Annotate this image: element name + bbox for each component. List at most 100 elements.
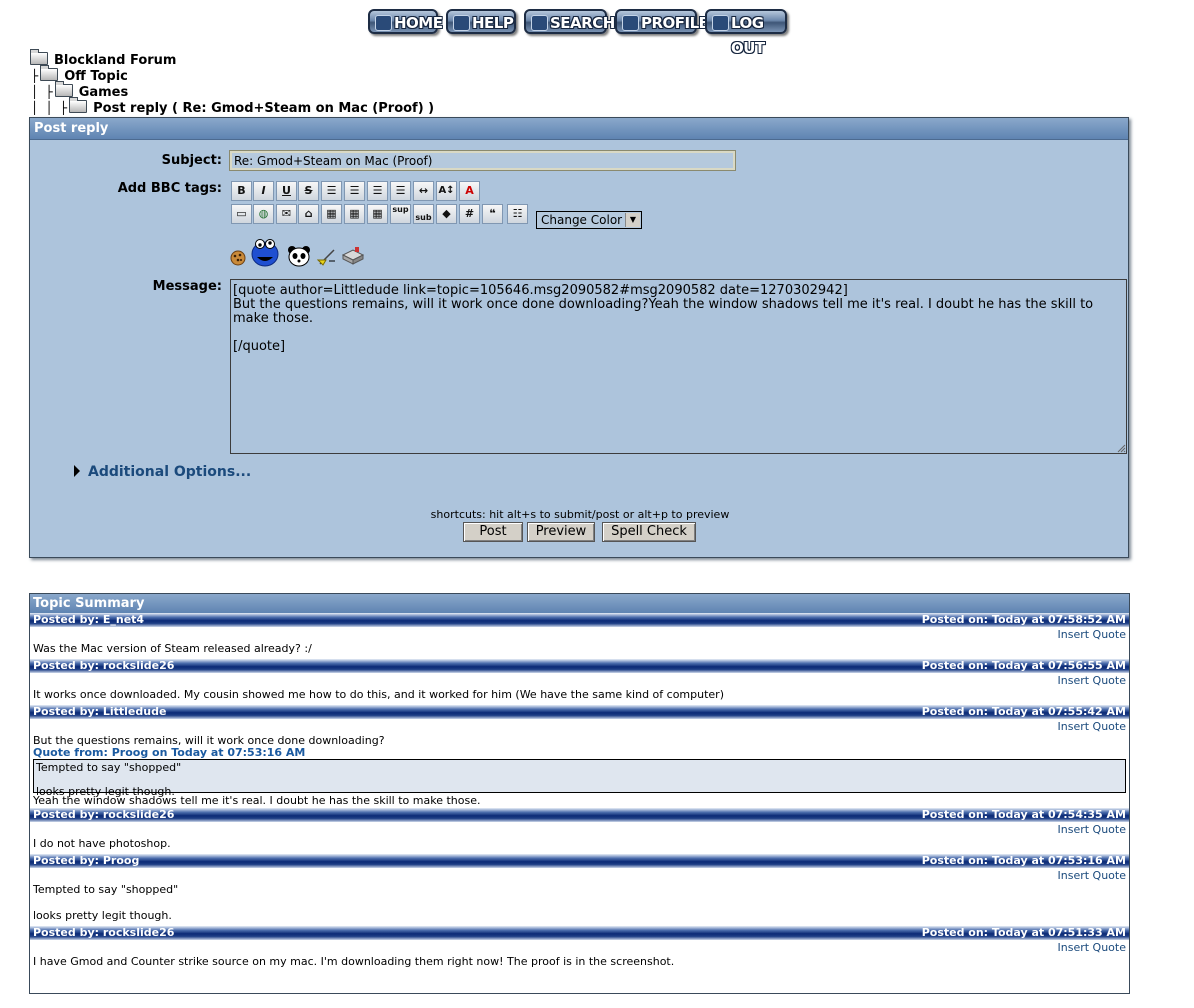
ftp-icon[interactable]: ⌂ [298,204,319,224]
breadcrumb-games[interactable]: │ ├ Games [31,81,129,100]
list-icon[interactable]: ☷ [507,204,528,224]
bold-icon[interactable]: B [231,181,252,201]
search-button-label: SEARCH [550,14,615,32]
insert-quote-link[interactable]: Insert Quote [30,868,1129,883]
logout-button-label: LOG OUT [731,14,765,57]
message-textarea[interactable]: [quote author=Littledude link=topic=1056… [230,279,1127,454]
table-icon[interactable]: ▦ [321,204,342,224]
breadcrumb-forum[interactable]: Blockland Forum [30,49,176,68]
breadcrumb-off-topic[interactable]: ├ Off Topic [31,65,128,84]
post-body: I do not have photoshop. [33,837,171,850]
posted-by: Posted by: Littledude [33,705,167,718]
teletype-icon[interactable]: ◆ [436,204,457,224]
bbc-tags-label: Add BBC tags: [117,181,222,196]
horizontal-rule-icon[interactable]: ↔ [413,181,434,201]
broom-smiley-icon[interactable] [317,248,337,266]
posted-on: Posted on: Today at 07:53:16 AM [921,854,1126,867]
preview-button[interactable]: Preview [527,522,595,542]
insert-quote-link[interactable]: Insert Quote [30,940,1129,955]
post-reply-panel: Post reply Subject: Add BBC tags: B I U … [29,117,1129,558]
summary-post: Posted by: rockslide26 Posted on: Today a… [30,659,1129,705]
strikethrough-icon[interactable]: S [298,181,319,201]
quote-header: Quote from: Proog on Today at 07:53:16 A… [33,746,306,759]
align-center-icon[interactable]: ☰ [367,181,388,201]
additional-options-label: Additional Options... [88,464,252,480]
search-icon [531,15,548,31]
chevron-down-icon: ▼ [625,213,640,227]
code-icon[interactable]: # [459,204,480,224]
posted-by: Posted by: E_net4 [33,613,145,626]
folder-icon [40,65,59,81]
email-icon[interactable]: ✉ [276,204,297,224]
resize-grip-icon[interactable] [1117,444,1126,453]
posted-on: Posted on: Today at 07:58:52 AM [921,613,1126,626]
table-column-icon[interactable]: ▦ [367,204,388,224]
post-header: Posted by: rockslide26 Posted on: Today a… [30,659,1129,673]
subscript-label: sub [415,213,432,222]
breadcrumb-post-reply-label: Post reply ( Re: Gmod+Steam on Mac (Proo… [93,101,435,116]
post-button[interactable]: Post [463,522,523,542]
posted-by: Posted by: rockslide26 [33,926,175,939]
post-body: Was the Mac version of Steam released al… [33,642,312,655]
posted-by: Posted by: rockslide26 [33,808,175,821]
image-icon[interactable]: ▭ [231,204,252,224]
insert-quote-link[interactable]: Insert Quote [30,627,1129,642]
font-color-icon[interactable]: A [459,181,480,201]
posted-by: Posted by: Proog [33,854,140,867]
cookie-monster-smiley-icon[interactable] [249,237,281,267]
additional-options-toggle[interactable]: Additional Options... [74,464,251,480]
home-icon [375,15,392,31]
profile-icon [622,15,639,31]
change-color-select[interactable]: Change Color ▼ [536,211,642,229]
shadow-icon[interactable]: ☰ [321,181,342,201]
insert-quote-link[interactable]: Insert Quote [30,719,1129,734]
posted-on: Posted on: Today at 07:55:42 AM [921,705,1126,718]
post-body: I have Gmod and Counter strike source on… [33,955,675,968]
breadcrumb-post-reply: │ │ ├ Post reply ( Re: Gmod+Steam on Mac … [31,97,435,116]
search-button[interactable]: SEARCH [524,9,615,34]
summary-post: Posted by: rockslide26 Posted on: Today a… [30,926,1129,972]
font-size-icon[interactable]: A↕ [436,181,457,201]
logout-button[interactable]: LOG OUT [705,9,787,57]
posted-on: Posted on: Today at 07:51:33 AM [921,926,1126,939]
summary-post: Posted by: E_net4 Posted on: Today at 07:… [30,613,1129,659]
summary-post: Posted by: rockslide26 Posted on: Today a… [30,808,1129,854]
underline-icon[interactable]: U [276,181,297,201]
align-left-icon[interactable]: ☰ [344,181,365,201]
home-button-label: HOME [394,14,443,32]
italic-icon[interactable]: I [253,181,274,201]
spell-check-button[interactable]: Spell Check [602,522,696,542]
insert-quote-link[interactable]: Insert Quote [30,673,1129,688]
post-body: Tempted to say "shopped" looks pretty le… [33,883,179,922]
superscript-icon[interactable]: sup [390,204,411,224]
tree-lines: │ ├ [31,85,53,99]
post-header: Posted by: Littledude Posted on: Today at… [30,705,1129,719]
home-button[interactable]: HOME [368,9,443,34]
post-header: Posted by: rockslide26 Posted on: Today a… [30,808,1129,822]
help-button-label: HELP [472,14,514,32]
profile-button[interactable]: PROFILE [615,9,709,34]
help-icon [453,15,470,31]
panda-smiley-icon[interactable] [287,245,311,267]
post-body-after-quote: Yeah the window shadows tell me it's rea… [33,794,481,807]
post-body: It works once downloaded. My cousin show… [33,688,724,701]
table-row-icon[interactable]: ▦ [344,204,365,224]
post-header: Posted by: rockslide26 Posted on: Today a… [30,926,1129,940]
summary-post: Posted by: Littledude Posted on: Today at… [30,705,1129,808]
posted-on: Posted on: Today at 07:56:55 AM [921,659,1126,672]
post-header: Posted by: Proog Posted on: Today at 07:5… [30,854,1129,868]
quote-icon[interactable]: ❝ [482,204,503,224]
breadcrumb-off-topic-label: Off Topic [64,69,128,84]
subject-input[interactable] [229,150,736,171]
hyperlink-icon[interactable]: ◍ [253,204,274,224]
breadcrumb-games-label: Games [78,85,129,100]
cookie-smiley-icon[interactable] [230,250,246,266]
help-button[interactable]: HELP [446,9,516,34]
profile-button-label: PROFILE [641,14,709,32]
subscript-icon[interactable]: sub [413,204,434,224]
align-right-icon[interactable]: ☰ [390,181,411,201]
insert-quote-link[interactable]: Insert Quote [30,822,1129,837]
console-smiley-icon[interactable] [341,245,365,265]
quote-block: Tempted to say "shopped" looks pretty le… [33,759,1126,798]
logout-icon [712,15,729,31]
